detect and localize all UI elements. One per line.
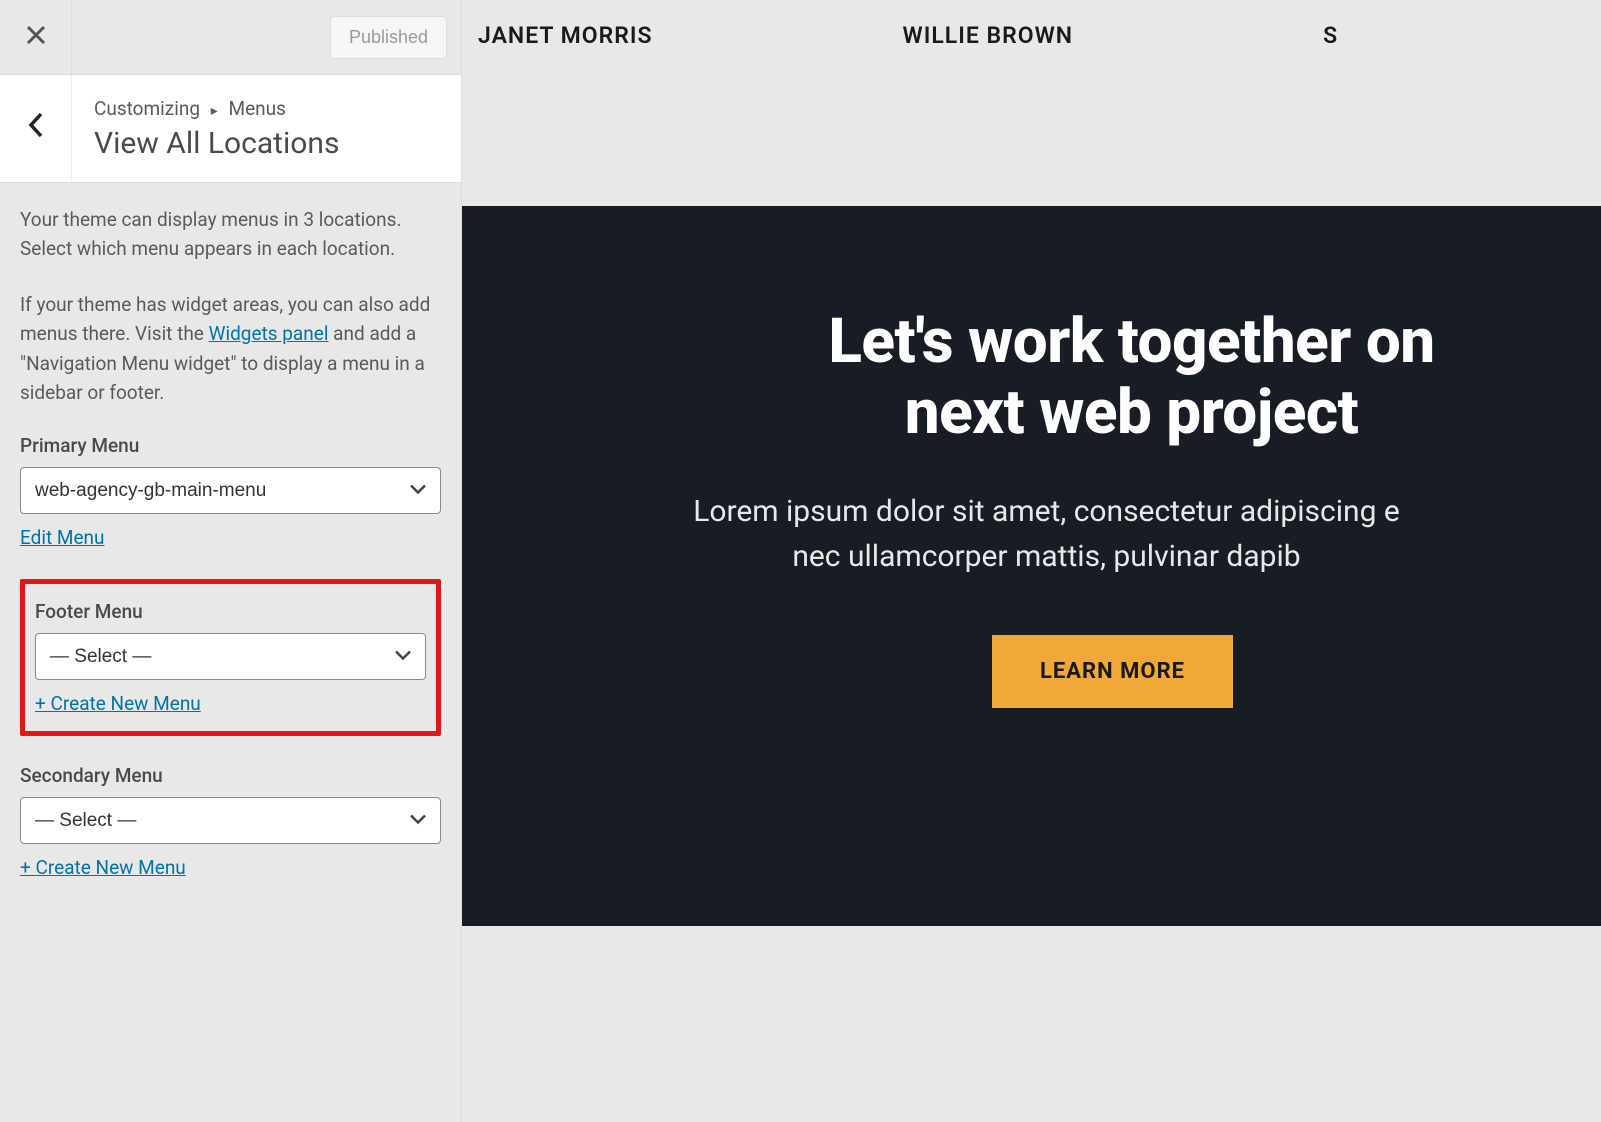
footer-menu-label: Footer Menu <box>35 600 426 623</box>
edit-primary-menu-link[interactable]: Edit Menu <box>20 526 105 549</box>
page-title: View All Locations <box>94 126 339 161</box>
nav-link-janet[interactable]: JANET MORRIS <box>478 22 653 49</box>
create-footer-menu-link[interactable]: + Create New Menu <box>35 692 201 715</box>
hero-title: Let's work together on next web project <box>702 306 1561 449</box>
chevron-left-icon <box>28 111 44 146</box>
nav-link-willie[interactable]: WILLIE BROWN <box>903 22 1074 49</box>
primary-menu-label: Primary Menu <box>20 434 441 457</box>
footer-menu-highlight: Footer Menu — Select — + Create New Menu <box>20 579 441 736</box>
breadcrumb: Customizing ▸ Menus View All Locations <box>72 79 361 179</box>
secondary-menu-select-wrap: — Select — <box>20 797 441 844</box>
close-customizer-button[interactable] <box>0 0 72 75</box>
hero-subtitle: Lorem ipsum dolor sit amet, consectetur … <box>532 489 1561 579</box>
primary-menu-select-wrap: web-agency-gb-main-menu <box>20 467 441 514</box>
hero-section: Let's work together on next web project … <box>462 206 1601 926</box>
panel-body: Your theme can display menus in 3 locati… <box>0 183 461 931</box>
learn-more-button[interactable]: LEARN MORE <box>992 635 1233 708</box>
caret-right-icon: ▸ <box>211 103 218 119</box>
intro-paragraph-1: Your theme can display menus in 3 locati… <box>20 205 441 264</box>
close-icon <box>26 22 46 52</box>
sidebar-topbar: Published <box>0 0 461 75</box>
breadcrumb-root: Customizing <box>94 97 200 120</box>
customizer-sidebar: Published Customizing ▸ Menus View All L… <box>0 0 462 1122</box>
secondary-menu-block: Secondary Menu — Select — + Create New M… <box>20 764 441 879</box>
breadcrumb-trail: Customizing ▸ Menus <box>94 97 339 120</box>
secondary-menu-label: Secondary Menu <box>20 764 441 787</box>
secondary-menu-select[interactable]: — Select — <box>20 797 441 844</box>
back-button[interactable] <box>0 75 72 182</box>
primary-menu-block: Primary Menu web-agency-gb-main-menu Edi… <box>20 434 441 549</box>
widgets-panel-link[interactable]: Widgets panel <box>209 322 329 345</box>
footer-menu-select-wrap: — Select — <box>35 633 426 680</box>
preview-nav: JANET MORRIS WILLIE BROWN S <box>462 0 1601 206</box>
nav-link-partial[interactable]: S <box>1323 22 1338 49</box>
panel-header: Customizing ▸ Menus View All Locations <box>0 75 461 183</box>
site-preview: JANET MORRIS WILLIE BROWN S Let's work t… <box>462 0 1601 1122</box>
create-secondary-menu-link[interactable]: + Create New Menu <box>20 856 186 879</box>
intro-paragraph-2: If your theme has widget areas, you can … <box>20 290 441 408</box>
publish-status-button[interactable]: Published <box>330 16 447 59</box>
footer-menu-select[interactable]: — Select — <box>35 633 426 680</box>
breadcrumb-current: Menus <box>228 97 285 120</box>
primary-menu-select[interactable]: web-agency-gb-main-menu <box>20 467 441 514</box>
